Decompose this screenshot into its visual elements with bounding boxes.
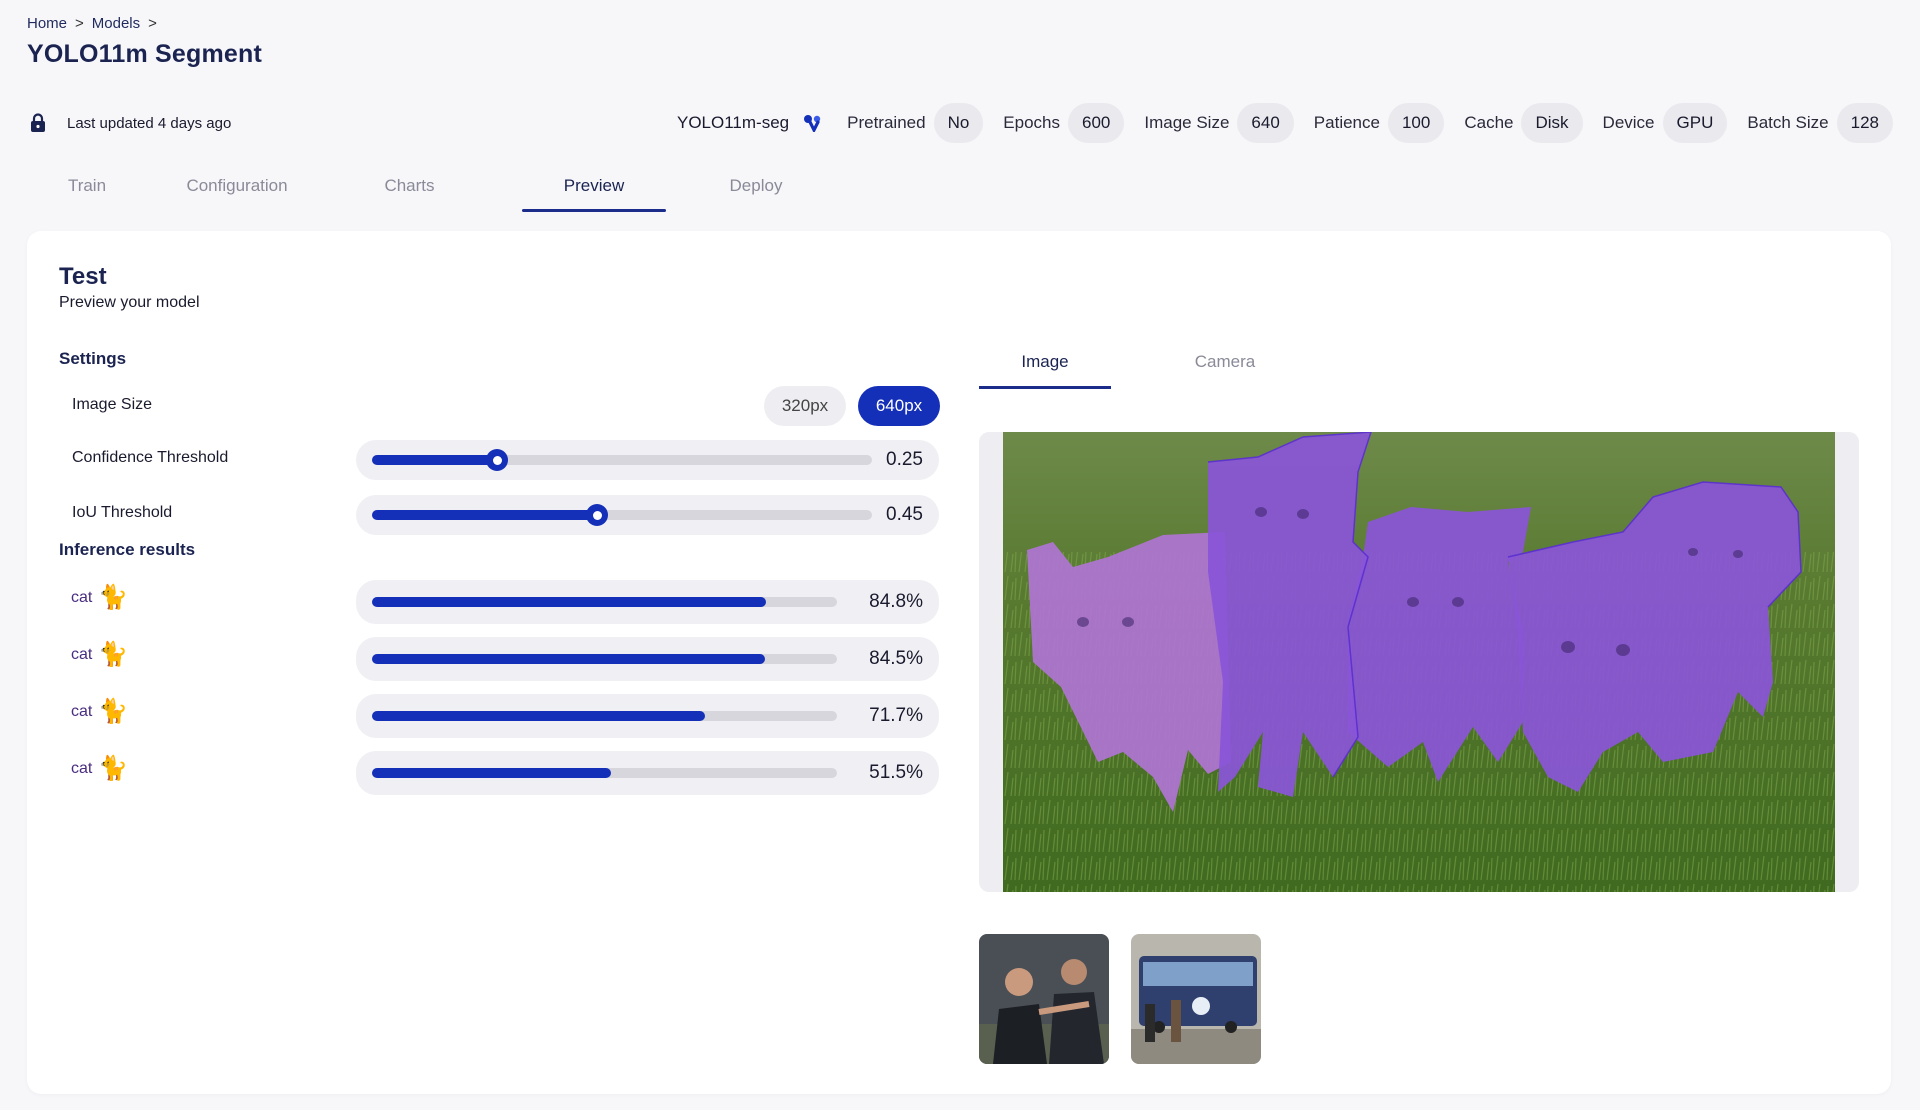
breadcrumb-models[interactable]: Models — [92, 15, 140, 32]
param-cache: Cache Disk — [1464, 103, 1583, 143]
breadcrumb: Home > Models > — [27, 15, 157, 32]
lock-icon — [27, 112, 49, 134]
iou-slider-box: 0.45 — [356, 495, 939, 535]
preview-frame — [979, 432, 1859, 892]
image-size-label: Image Size — [72, 396, 153, 413]
iou-slider-track[interactable] — [372, 504, 872, 526]
result-confidence: 84.5% — [869, 648, 923, 669]
ultralytics-logo-icon — [803, 113, 823, 133]
breadcrumb-home[interactable]: Home — [27, 15, 67, 32]
app-root: Home > Models > YOLO11m Segment Last upd… — [0, 0, 1920, 1110]
model-params: YOLO11m-seg Pretrained No Epochs 600 Ima… — [677, 103, 1893, 143]
param-label: Batch Size — [1747, 113, 1829, 132]
tab-camera[interactable]: Camera — [1159, 335, 1291, 389]
param-label: Cache — [1464, 113, 1514, 132]
iou-value: 0.45 — [886, 504, 923, 525]
tab-train[interactable]: Train — [27, 160, 147, 212]
image-size-320-button[interactable]: 320px — [764, 386, 846, 426]
param-value: No — [933, 103, 984, 143]
test-card: Test Preview your model Settings Image S… — [27, 231, 1891, 1094]
model-meta-row: Last updated 4 days ago YOLO11m-seg Pret… — [27, 103, 1893, 143]
result-label-4: cat 🐈 — [71, 757, 128, 781]
result-label-2: cat 🐈 — [71, 643, 128, 667]
sample-images — [979, 934, 1261, 1064]
model-tabs: Train Configuration Charts Preview Deplo… — [27, 160, 846, 212]
last-updated-text: Last updated 4 days ago — [67, 114, 232, 132]
inference-results-heading: Inference results — [59, 540, 196, 559]
confidence-slider-fill — [372, 455, 497, 465]
tab-deploy[interactable]: Deploy — [666, 160, 846, 212]
result-label-3: cat 🐈 — [71, 700, 128, 724]
result-bar-track — [372, 711, 837, 721]
confidence-slider-track[interactable] — [372, 449, 872, 471]
sample-image-bus[interactable] — [1131, 934, 1261, 1064]
param-value: 600 — [1068, 103, 1125, 143]
param-value: Disk — [1521, 103, 1583, 143]
param-batch-size: Batch Size 128 — [1747, 103, 1893, 143]
result-bar-box-4: 51.5% — [356, 751, 939, 795]
result-bar-track — [372, 654, 837, 664]
cat-icon: 🐈 — [98, 755, 129, 782]
card-title: Test — [59, 263, 107, 290]
param-value: GPU — [1662, 103, 1728, 143]
settings-heading: Settings — [59, 349, 127, 368]
confidence-slider-box: 0.25 — [356, 440, 939, 480]
result-bar-box-3: 71.7% — [356, 694, 939, 738]
param-label: Device — [1602, 113, 1655, 132]
param-image-size: Image Size 640 — [1144, 103, 1294, 143]
result-bar-box-2: 84.5% — [356, 637, 939, 681]
cat-icon: 🐈 — [98, 641, 129, 668]
result-bar-fill — [372, 768, 612, 778]
tab-preview[interactable]: Preview — [522, 160, 666, 212]
result-class: cat — [71, 646, 93, 663]
breadcrumb-separator: > — [75, 15, 84, 32]
page-title: YOLO11m Segment — [27, 40, 263, 68]
tab-charts[interactable]: Charts — [327, 160, 492, 212]
result-bar-fill — [372, 597, 767, 607]
result-bar-fill — [372, 654, 765, 664]
param-value: 128 — [1836, 103, 1893, 143]
confidence-slider-thumb[interactable] — [486, 449, 508, 471]
segmentation-preview-image[interactable] — [1003, 432, 1835, 892]
image-size-toggle: 320px 640px — [764, 386, 940, 426]
result-bar-fill — [372, 711, 706, 721]
iou-threshold-label: IoU Threshold — [72, 504, 173, 521]
cat-icon: 🐈 — [98, 698, 129, 725]
param-patience: Patience 100 — [1314, 103, 1445, 143]
param-epochs: Epochs 600 — [1003, 103, 1125, 143]
tab-image[interactable]: Image — [979, 335, 1111, 389]
result-class: cat — [71, 589, 93, 606]
param-value: 640 — [1237, 103, 1294, 143]
param-label: Epochs — [1003, 113, 1060, 132]
breadcrumb-separator: > — [148, 15, 157, 32]
card-subtitle: Preview your model — [59, 294, 200, 311]
model-name: YOLO11m-seg — [677, 113, 790, 132]
image-size-640-button[interactable]: 640px — [858, 386, 940, 426]
result-class: cat — [71, 703, 93, 720]
param-label: Patience — [1313, 113, 1380, 132]
param-device: Device GPU — [1603, 103, 1728, 143]
result-label-1: cat 🐈 — [71, 586, 128, 610]
result-bar-track — [372, 597, 837, 607]
result-confidence: 71.7% — [869, 705, 923, 726]
result-class: cat — [71, 760, 93, 777]
cat-icon: 🐈 — [98, 584, 129, 611]
result-confidence: 51.5% — [869, 762, 923, 783]
iou-slider-fill — [372, 510, 597, 520]
sample-image-people[interactable] — [979, 934, 1109, 1064]
preview-source-tabs: Image Camera — [979, 335, 1291, 389]
tab-configuration[interactable]: Configuration — [147, 160, 327, 212]
result-bar-box-1: 84.8% — [356, 580, 939, 624]
confidence-value: 0.25 — [886, 449, 923, 470]
param-value: 100 — [1387, 103, 1445, 143]
result-confidence: 84.8% — [869, 591, 923, 612]
result-bar-track — [372, 768, 837, 778]
iou-slider-thumb[interactable] — [586, 504, 608, 526]
param-label: Image Size — [1144, 113, 1230, 132]
param-pretrained: Pretrained No — [847, 103, 984, 143]
param-label: Pretrained — [847, 113, 926, 132]
confidence-threshold-label: Confidence Threshold — [72, 449, 229, 466]
